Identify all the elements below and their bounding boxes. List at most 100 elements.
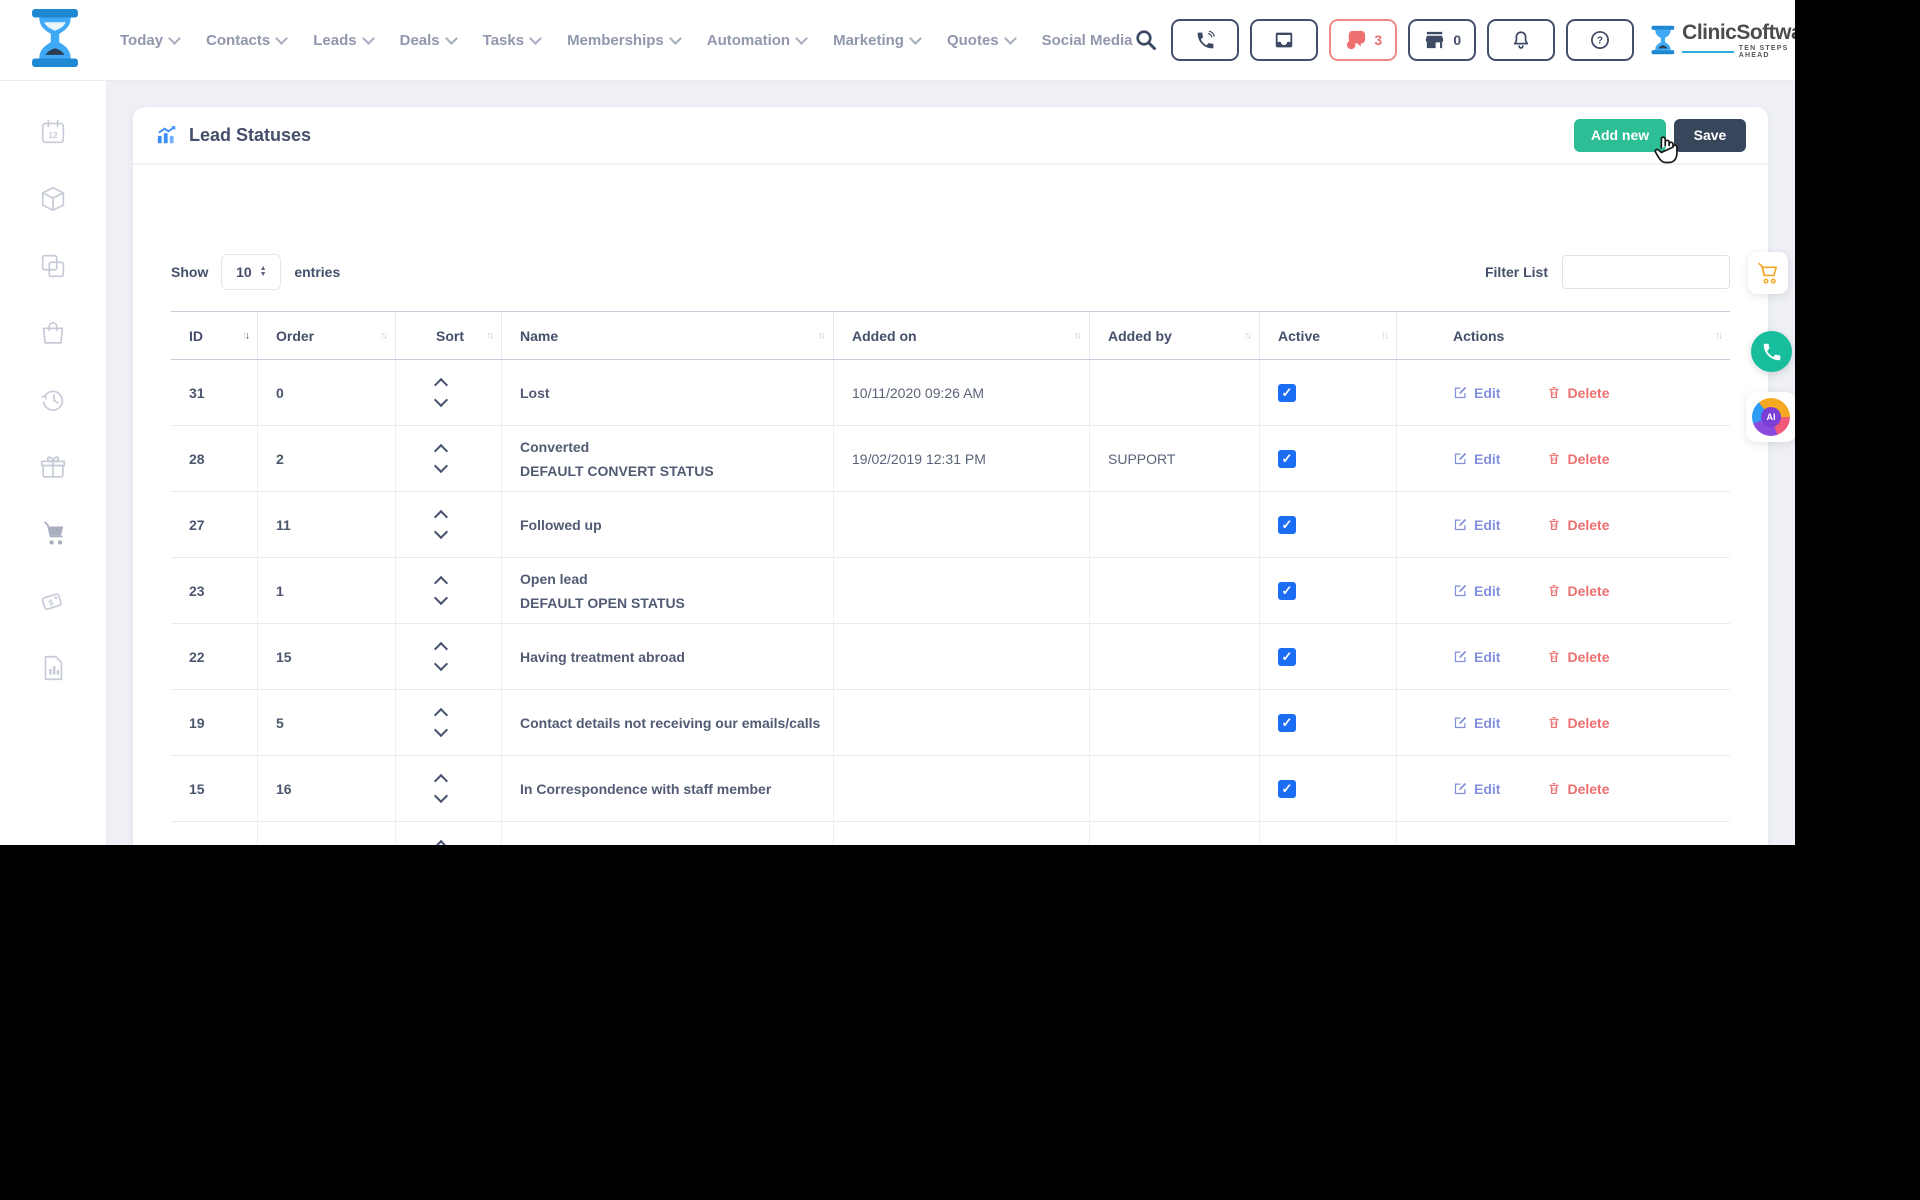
active-checkbox[interactable]: ✓ bbox=[1278, 714, 1296, 732]
report-icon[interactable] bbox=[38, 653, 68, 683]
table-header-order[interactable]: Order↑↓ bbox=[258, 312, 396, 359]
nav-item-today[interactable]: Today bbox=[120, 32, 179, 49]
cell-added-by bbox=[1090, 756, 1260, 821]
search-icon[interactable] bbox=[1133, 26, 1161, 54]
edit-link[interactable]: Edit bbox=[1453, 517, 1500, 533]
edit-link[interactable]: Edit bbox=[1453, 649, 1500, 665]
active-checkbox[interactable]: ✓ bbox=[1278, 780, 1296, 798]
package-icon[interactable] bbox=[38, 184, 68, 214]
price-tag-icon[interactable]: $ bbox=[38, 586, 68, 616]
delete-link[interactable]: Delete bbox=[1547, 781, 1609, 797]
edit-link[interactable]: Edit bbox=[1453, 583, 1500, 599]
cell-active: ✓ bbox=[1260, 756, 1397, 821]
delete-link[interactable]: Delete bbox=[1547, 385, 1609, 401]
caret-up-icon[interactable] bbox=[434, 774, 448, 788]
nav-item-label: Quotes bbox=[947, 32, 999, 49]
filter-list-input[interactable] bbox=[1562, 255, 1730, 289]
cell-added-on: 19/02/2019 12:31 PM bbox=[834, 426, 1090, 491]
cell-actions: Edit Delete bbox=[1397, 624, 1730, 689]
caret-up-icon[interactable] bbox=[434, 378, 448, 392]
table-header-added-by[interactable]: Added by↑↓ bbox=[1090, 312, 1260, 359]
delete-link[interactable]: Delete bbox=[1547, 451, 1609, 467]
table-header-sort[interactable]: Sort↑↓ bbox=[396, 312, 502, 359]
save-button[interactable]: Save bbox=[1674, 119, 1746, 152]
gift-icon[interactable] bbox=[38, 452, 68, 482]
caret-up-icon[interactable] bbox=[434, 708, 448, 722]
nav-item-label: Marketing bbox=[833, 32, 904, 49]
active-checkbox[interactable]: ✓ bbox=[1278, 582, 1296, 600]
nav-item-deals[interactable]: Deals bbox=[400, 32, 456, 49]
edit-link[interactable]: Edit bbox=[1453, 715, 1500, 731]
table-header-added-on[interactable]: Added on↑↓ bbox=[834, 312, 1090, 359]
floating-cart-button[interactable] bbox=[1748, 252, 1788, 294]
nav-item-tasks[interactable]: Tasks bbox=[483, 32, 540, 49]
cart-icon[interactable] bbox=[38, 519, 68, 549]
caret-up-icon[interactable] bbox=[434, 510, 448, 524]
cell-id: 22 bbox=[171, 624, 258, 689]
copy-icon[interactable] bbox=[38, 251, 68, 281]
nav-item-marketing[interactable]: Marketing bbox=[833, 32, 920, 49]
caret-up-icon[interactable] bbox=[434, 576, 448, 590]
active-checkbox[interactable]: ✓ bbox=[1278, 384, 1296, 402]
entries-select[interactable]: 10 ▲▼ bbox=[221, 254, 281, 290]
floating-ai-button[interactable]: AI bbox=[1746, 392, 1795, 442]
delete-link[interactable]: Delete bbox=[1547, 583, 1609, 599]
caret-down-icon[interactable] bbox=[434, 591, 448, 605]
hourglass-icon-small bbox=[1651, 25, 1675, 55]
delete-link[interactable]: Delete bbox=[1547, 649, 1609, 665]
shopping-bag-icon[interactable] bbox=[38, 318, 68, 348]
table-header-name[interactable]: Name↑↓ bbox=[502, 312, 834, 359]
table-header-actions[interactable]: Actions↑↓ bbox=[1397, 312, 1730, 359]
nav-item-automation[interactable]: Automation bbox=[707, 32, 806, 49]
table-header-active[interactable]: Active↑↓ bbox=[1260, 312, 1397, 359]
notifications-button[interactable] bbox=[1487, 19, 1555, 61]
nav-item-memberships[interactable]: Memberships bbox=[567, 32, 680, 49]
cell-id: 15 bbox=[171, 756, 258, 821]
column-label: Actions bbox=[1453, 328, 1504, 344]
nav-item-contacts[interactable]: Contacts bbox=[206, 32, 286, 49]
history-icon[interactable] bbox=[38, 385, 68, 415]
active-checkbox[interactable]: ✓ bbox=[1278, 450, 1296, 468]
help-button[interactable]: ? bbox=[1566, 19, 1634, 61]
store-button[interactable]: 0 bbox=[1408, 19, 1476, 61]
nav-item-leads[interactable]: Leads bbox=[313, 32, 372, 49]
brand-underline bbox=[1682, 51, 1734, 53]
caret-down-icon[interactable] bbox=[434, 657, 448, 671]
card-header: Lead Statuses Add new Save bbox=[133, 107, 1768, 165]
inbox-button[interactable] bbox=[1250, 19, 1318, 61]
edit-link[interactable]: Edit bbox=[1453, 781, 1500, 797]
chat-button[interactable]: 3 bbox=[1329, 19, 1397, 61]
caret-down-icon[interactable] bbox=[434, 723, 448, 737]
show-label: Show bbox=[171, 264, 208, 280]
table-row: 2711Followed up✓EditDelete bbox=[171, 492, 1730, 558]
caret-up-icon[interactable] bbox=[434, 840, 448, 845]
table-header-id[interactable]: ID↑↓ bbox=[171, 312, 258, 359]
caret-down-icon[interactable] bbox=[434, 393, 448, 407]
edit-link[interactable]: Edit bbox=[1453, 451, 1500, 467]
caret-up-icon[interactable] bbox=[434, 444, 448, 458]
delete-link[interactable]: Delete bbox=[1547, 517, 1609, 533]
status-name: Open lead bbox=[520, 567, 588, 591]
calendar-icon[interactable]: 12 bbox=[38, 117, 68, 147]
delete-link[interactable]: Delete bbox=[1547, 715, 1609, 731]
caret-down-icon[interactable] bbox=[434, 525, 448, 539]
edit-link[interactable]: Edit bbox=[1453, 385, 1500, 401]
active-checkbox[interactable]: ✓ bbox=[1278, 516, 1296, 534]
add-new-button[interactable]: Add new bbox=[1574, 119, 1666, 152]
cell-sort bbox=[396, 624, 502, 689]
cell-name: ConvertedDEFAULT CONVERT STATUS bbox=[502, 426, 834, 491]
floating-phone-button[interactable] bbox=[1751, 331, 1792, 372]
caret-up-icon[interactable] bbox=[434, 642, 448, 656]
phone-button[interactable] bbox=[1171, 19, 1239, 61]
chevron-down-icon bbox=[909, 32, 922, 45]
clinicsoftware-logo[interactable]: ClinicSoftware .com TEN STEPS AHEAD bbox=[1651, 22, 1795, 59]
table-row: 195Contact details not receiving our ema… bbox=[171, 690, 1730, 756]
status-default-tag: DEFAULT CONVERT STATUS bbox=[520, 459, 714, 483]
caret-down-icon[interactable] bbox=[434, 789, 448, 803]
active-checkbox[interactable]: ✓ bbox=[1278, 648, 1296, 666]
nav-item-social-media[interactable]: Social Media bbox=[1042, 32, 1133, 49]
nav-item-quotes[interactable]: Quotes bbox=[947, 32, 1015, 49]
caret-down-icon[interactable] bbox=[434, 459, 448, 473]
brand-hourglass-logo[interactable] bbox=[30, 9, 80, 72]
sort-carets bbox=[436, 644, 446, 669]
